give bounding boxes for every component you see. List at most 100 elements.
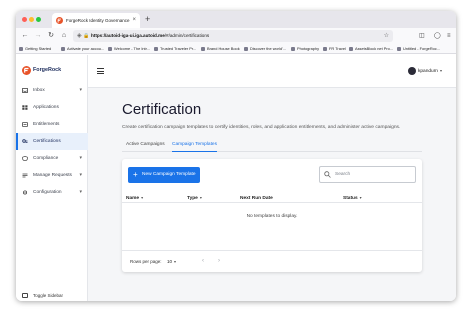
tab-campaign-templates[interactable]: Campaign Templates bbox=[172, 140, 217, 152]
search-placeholder: Search bbox=[335, 172, 351, 177]
forward-arrow-icon[interactable]: → bbox=[33, 31, 43, 41]
certifications-icon bbox=[22, 139, 28, 143]
bookmark-item[interactable]: Activate your accou... bbox=[61, 44, 105, 54]
rows-per-page-select[interactable]: 10 ▾ bbox=[167, 258, 176, 266]
user-name: kpandurn bbox=[417, 69, 438, 74]
sidebar-item-configuration[interactable]: Configuration ▾ bbox=[16, 184, 88, 201]
shield-check-icon bbox=[22, 156, 28, 161]
chevron-down-icon: ▾ bbox=[79, 172, 82, 178]
user-avatar-icon bbox=[407, 67, 416, 75]
toggle-sidebar-label: Toggle Sidebar bbox=[33, 293, 64, 298]
bookmark-item[interactable]: Discover the world'... bbox=[244, 44, 288, 54]
logo-text: ForgeRock bbox=[33, 67, 62, 73]
sidebar-item-compliance[interactable]: Compliance ▾ bbox=[16, 150, 88, 167]
minimize-window-button[interactable] bbox=[29, 17, 34, 22]
menu-icon[interactable]: ≡ bbox=[447, 31, 451, 41]
tab-active-campaigns[interactable]: Active Campaigns bbox=[126, 140, 165, 150]
home-icon[interactable]: ⌂ bbox=[59, 31, 69, 41]
sidebar-item-applications[interactable]: Applications bbox=[16, 99, 88, 116]
plus-icon: + bbox=[133, 170, 138, 179]
bookmark-item[interactable]: AssetsBlock net Pro... bbox=[349, 44, 395, 54]
close-window-button[interactable] bbox=[22, 17, 27, 22]
sidebar-item-label: Configuration bbox=[33, 190, 62, 195]
column-label: Next Run Date bbox=[240, 196, 273, 201]
sidebar-item-label: Compliance bbox=[33, 156, 59, 161]
bookmark-icon bbox=[154, 46, 158, 51]
tab-close-icon[interactable]: × bbox=[132, 13, 136, 28]
bookmark-item[interactable]: Untitled - ForgeRoc... bbox=[397, 44, 454, 54]
shield-icon: ◈ bbox=[77, 33, 82, 39]
new-campaign-template-button[interactable]: + New Campaign Template bbox=[128, 167, 200, 183]
browser-nav-bar: ← → ↻ ⌂ ◈ 🔒 https://autoid-iga-ui.iga.au… bbox=[16, 28, 456, 44]
back-arrow-icon[interactable]: ← bbox=[20, 31, 30, 41]
url-host: https://autoid-iga-ui.iga.autoid.me bbox=[91, 33, 165, 38]
search-input[interactable]: Search bbox=[319, 166, 416, 183]
column-header-type[interactable]: Type ▾ bbox=[187, 192, 202, 204]
bookmark-icon bbox=[397, 46, 401, 51]
applications-icon bbox=[22, 105, 28, 110]
column-header-status[interactable]: Status ▾ bbox=[343, 192, 362, 204]
previous-page-button[interactable]: ‹ bbox=[202, 257, 204, 265]
user-menu[interactable]: kpandurn ▾ bbox=[407, 67, 442, 76]
sort-caret-icon: ▾ bbox=[199, 195, 202, 200]
forgerock-favicon-icon bbox=[56, 17, 63, 24]
sidebar-item-entitlements[interactable]: Entitlements bbox=[16, 116, 88, 133]
maximize-window-button[interactable] bbox=[36, 17, 41, 22]
column-header-name[interactable]: Name ▾ bbox=[126, 192, 143, 204]
url-bar[interactable]: ◈ 🔒 https://autoid-iga-ui.iga.autoid.me/… bbox=[73, 30, 393, 42]
reload-icon[interactable]: ↻ bbox=[46, 31, 56, 41]
chevron-down-icon: ▾ bbox=[79, 87, 82, 93]
bookmark-item[interactable]: Photography bbox=[291, 44, 321, 54]
chevron-down-icon: ▾ bbox=[174, 259, 177, 264]
bookmark-icon bbox=[349, 46, 353, 51]
sidebar-item-label: Inbox bbox=[33, 88, 45, 93]
empty-state-message: No templates to display. bbox=[246, 214, 298, 219]
browser-window: ForgeRock Identity Governance × + ← → ↻ … bbox=[16, 11, 456, 301]
entitlements-icon bbox=[22, 122, 28, 127]
sidebar: ForgeRock Inbox ▾ Applications Entitleme… bbox=[16, 55, 88, 301]
sidebar-item-manage-requests[interactable]: Manage Requests ▾ bbox=[16, 167, 88, 184]
bookmark-star-icon[interactable]: ☆ bbox=[384, 30, 389, 42]
sidebar-toggle-icon bbox=[22, 293, 28, 298]
column-label: Type bbox=[187, 196, 198, 201]
sort-caret-icon: ▾ bbox=[359, 195, 362, 200]
page-subtitle: Create certification campaign templates … bbox=[122, 125, 401, 130]
next-page-button[interactable]: › bbox=[218, 257, 220, 265]
table-footer: Rows per page: 10 ▾ ‹ › bbox=[122, 250, 422, 272]
templates-card: + New Campaign Template Search Name ▾ Typ… bbox=[122, 159, 422, 272]
bookmark-item[interactable]: FR Travel bbox=[323, 44, 347, 54]
chevron-down-icon: ▾ bbox=[439, 68, 442, 73]
bookmark-icon bbox=[201, 46, 205, 51]
rows-per-page-label: Rows per page: bbox=[130, 259, 162, 264]
bookmark-icon bbox=[323, 46, 327, 51]
url-path: /#/admin/certifications bbox=[164, 33, 210, 38]
bookmark-icon bbox=[291, 46, 295, 51]
chevron-down-icon: ▾ bbox=[79, 155, 82, 161]
sidebar-item-label: Entitlements bbox=[33, 122, 60, 127]
inbox-icon bbox=[22, 88, 28, 93]
bookmark-item[interactable]: Getting Started bbox=[19, 44, 57, 54]
pocket-icon[interactable]: ◫ bbox=[419, 31, 425, 41]
bookmark-icon bbox=[19, 46, 23, 51]
lock-icon: 🔒 bbox=[83, 33, 90, 39]
page-title: Certification bbox=[122, 101, 202, 118]
sidebar-item-label: Certifications bbox=[33, 139, 61, 144]
sidebar-item-label: Manage Requests bbox=[33, 173, 72, 178]
browser-tab[interactable]: ForgeRock Identity Governance × bbox=[52, 13, 140, 28]
sidebar-item-inbox[interactable]: Inbox ▾ bbox=[16, 82, 88, 99]
sidebar-item-certifications[interactable]: Certifications bbox=[16, 133, 88, 150]
new-tab-button[interactable]: + bbox=[145, 13, 150, 26]
hamburger-menu-icon[interactable] bbox=[97, 68, 104, 74]
app-area: ForgeRock Inbox ▾ Applications Entitleme… bbox=[16, 55, 456, 301]
gear-icon bbox=[22, 190, 28, 195]
browser-tab-bar: ForgeRock Identity Governance × + bbox=[16, 11, 456, 28]
column-header-next-run-date[interactable]: Next Run Date bbox=[240, 192, 275, 204]
bookmarks-bar: Getting Started Activate your accou... W… bbox=[16, 44, 456, 54]
bookmark-icon bbox=[244, 46, 248, 51]
bookmark-item[interactable]: Brand House Book bbox=[201, 44, 241, 54]
account-icon[interactable]: ◯ bbox=[434, 31, 441, 41]
bookmark-item[interactable]: Welcome - The Intr... bbox=[108, 44, 152, 54]
sort-caret-icon: ▾ bbox=[141, 195, 144, 200]
bookmark-item[interactable]: Trusted Traveler Pr... bbox=[154, 44, 198, 54]
toggle-sidebar-button[interactable]: Toggle Sidebar bbox=[16, 291, 88, 301]
